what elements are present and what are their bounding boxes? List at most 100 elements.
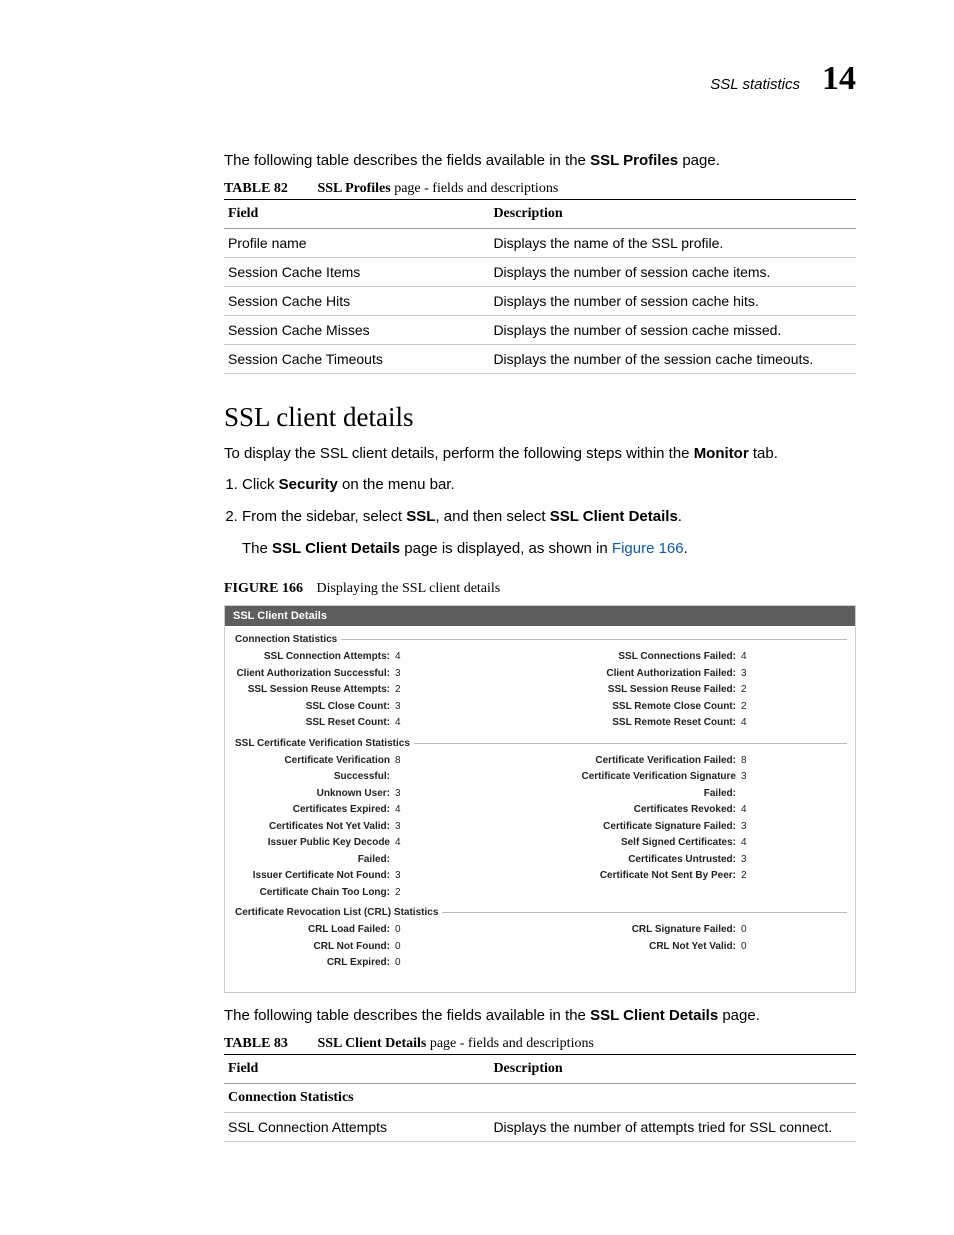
stat-label: SSL Close Count — [235, 699, 393, 716]
text: on the menu bar. — [338, 476, 455, 493]
legend-text: Connection Statistics — [235, 634, 341, 645]
caption-bold: SSL Profiles — [317, 181, 390, 196]
stat-value: 3 — [741, 821, 747, 832]
stat-value: 2 — [395, 887, 401, 898]
stat-value: 3 — [395, 788, 401, 799]
stat-label: SSL Reset Count — [235, 715, 393, 732]
step-2-result: The SSL Client Details page is displayed… — [242, 538, 856, 560]
text-bold: Monitor — [694, 445, 749, 462]
stat-value: 3 — [741, 668, 747, 679]
text: page. — [678, 152, 720, 169]
table83-caption: TABLE 83 SSL Client Details page - field… — [224, 1036, 856, 1052]
stat-value: 2 — [741, 870, 747, 881]
stat-label: Issuer Public Key Decode Failed — [235, 835, 393, 868]
stat-row: Self Signed Certificates4 — [581, 835, 847, 852]
stat-label: Certificate Verification Failed — [581, 753, 739, 770]
text-bold: SSL Client Details — [590, 1007, 718, 1024]
stat-value: 3 — [741, 854, 747, 865]
stat-label: SSL Session Reuse Attempts — [235, 682, 393, 699]
fieldset-cert-verify-stats: SSL Certificate Verification Statistics … — [235, 738, 847, 902]
stat-row: Client Authorization Successful3 — [235, 666, 501, 683]
stat-label: SSL Remote Close Count — [581, 699, 739, 716]
text-bold: SSL Client Details — [272, 540, 400, 557]
fieldset-connection-stats: Connection Statistics SSL Connection Att… — [235, 634, 847, 732]
stat-value: 0 — [395, 924, 401, 935]
stat-row: Client Authorization Failed3 — [581, 666, 847, 683]
stat-value: 2 — [741, 684, 747, 695]
stat-row: Certificate Not Sent By Peer2 — [581, 868, 847, 885]
stat-label: SSL Connection Attempts — [235, 649, 393, 666]
text: Click — [242, 476, 279, 493]
table-number: TABLE 82 — [224, 181, 288, 196]
stat-label: SSL Connections Failed — [581, 649, 739, 666]
stat-row: Certificate Verification Successful8 — [235, 753, 501, 786]
table82-caption: TABLE 82 SSL Profiles page - fields and … — [224, 181, 856, 197]
th-field: Field — [224, 1054, 489, 1083]
stat-value: 4 — [741, 651, 747, 662]
stat-value: 2 — [741, 701, 747, 712]
table-row: Session Cache TimeoutsDisplays the numbe… — [224, 345, 856, 374]
stat-row: CRL Load Failed0 — [235, 922, 501, 939]
cell-desc: Displays the number of session cache hit… — [489, 287, 856, 316]
legend: Certificate Revocation List (CRL) Statis… — [235, 907, 847, 918]
table83-intro: The following table describes the fields… — [224, 1005, 856, 1026]
stat-row: SSL Connection Attempts4 — [235, 649, 501, 666]
page: SSL statistics 14 The following table de… — [0, 0, 954, 1235]
section-heading: SSL client details — [224, 402, 856, 433]
table-number: TABLE 83 — [224, 1036, 288, 1051]
table-row: Profile nameDisplays the name of the SSL… — [224, 229, 856, 258]
stat-label: Client Authorization Failed — [581, 666, 739, 683]
stat-grid: SSL Connection Attempts4 Client Authoriz… — [235, 649, 847, 732]
stat-value: 3 — [395, 668, 401, 679]
stat-value: 3 — [395, 821, 401, 832]
table-row: Session Cache HitsDisplays the number of… — [224, 287, 856, 316]
cell-field: Session Cache Misses — [224, 316, 489, 345]
stat-value: 4 — [741, 717, 747, 728]
running-head: SSL statistics 14 — [224, 60, 856, 98]
stat-label: CRL Load Failed — [235, 922, 393, 939]
stat-value: 3 — [395, 870, 401, 881]
fieldset-crl-stats: Certificate Revocation List (CRL) Statis… — [235, 907, 847, 972]
stat-value: 0 — [395, 941, 401, 952]
stat-label: CRL Signature Failed — [581, 922, 739, 939]
stat-label: Certificates Expired — [235, 802, 393, 819]
stat-value: 3 — [741, 771, 747, 782]
cell-desc: Displays the number of session cache mis… — [489, 316, 856, 345]
legend-line — [414, 743, 847, 744]
legend-line — [442, 912, 847, 913]
cell-field: SSL Connection Attempts — [224, 1112, 489, 1141]
stat-label: Issuer Certificate Not Found — [235, 868, 393, 885]
text: , and then select — [435, 508, 549, 525]
cell-desc: Displays the name of the SSL profile. — [489, 229, 856, 258]
table-row: Session Cache ItemsDisplays the number o… — [224, 258, 856, 287]
stat-row: Issuer Certificate Not Found3 — [235, 868, 501, 885]
stat-row: CRL Signature Failed0 — [581, 922, 847, 939]
stat-value: 0 — [741, 924, 747, 935]
th-desc: Description — [489, 200, 856, 229]
text-bold: SSL — [406, 508, 435, 525]
stat-row: SSL Reset Count4 — [235, 715, 501, 732]
th-desc: Description — [489, 1054, 856, 1083]
table82-intro: The following table describes the fields… — [224, 150, 856, 171]
table82: Field Description Profile nameDisplays t… — [224, 199, 856, 374]
text: The following table describes the fields… — [224, 152, 590, 169]
stat-label: Self Signed Certificates — [581, 835, 739, 852]
stat-row: Certificates Expired4 — [235, 802, 501, 819]
legend-line — [341, 639, 847, 640]
figure-link[interactable]: Figure 166 — [612, 540, 684, 557]
stat-row: SSL Close Count3 — [235, 699, 501, 716]
text: To display the SSL client details, perfo… — [224, 445, 694, 462]
cell-field: Session Cache Hits — [224, 287, 489, 316]
stat-label: Client Authorization Successful — [235, 666, 393, 683]
stat-label: CRL Expired — [235, 955, 393, 972]
text: tab. — [749, 445, 778, 462]
cell-desc: Displays the number of session cache ite… — [489, 258, 856, 287]
stat-row: SSL Remote Reset Count4 — [581, 715, 847, 732]
stat-row: Certificate Chain Too Long2 — [235, 885, 501, 902]
stat-label: Certificates Untrusted — [581, 852, 739, 869]
stat-label: Certificate Chain Too Long — [235, 885, 393, 902]
table83: Field Description Connection Statistics … — [224, 1054, 856, 1142]
stat-row: Certificates Untrusted3 — [581, 852, 847, 869]
text: page is displayed, as shown in — [400, 540, 612, 557]
stat-row: Certificate Verification Signature Faile… — [581, 769, 847, 802]
